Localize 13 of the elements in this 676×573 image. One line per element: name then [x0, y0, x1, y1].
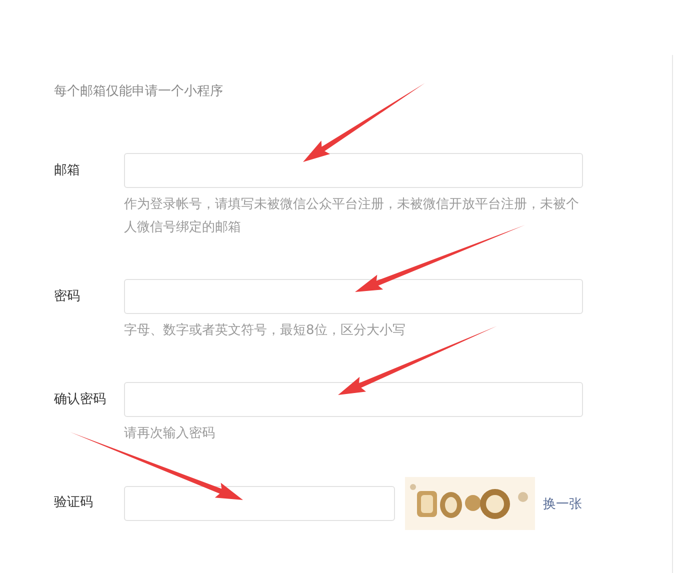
captcha-input-field[interactable]	[124, 486, 395, 521]
input-field[interactable]	[124, 382, 583, 417]
refresh-captcha-link[interactable]: 换一张	[543, 494, 582, 512]
field-label: 邮箱	[54, 162, 81, 180]
field-label: 密码	[54, 288, 81, 306]
field-hint: 作为登录帐号，请填写未被微信公众平台注册，未被微信开放平台注册，未被个人微信号绑定的邮箱	[124, 196, 580, 237]
field-hint: 字母、数字或者英文符号，最短8位，区分大小写	[124, 322, 406, 340]
field-label: 验证码	[54, 494, 94, 512]
intro-text: 每个邮箱仅能申请一个小程序	[54, 83, 224, 101]
field-label: 确认密码	[54, 391, 107, 409]
field-hint: 请再次输入密码	[124, 425, 216, 443]
input-field[interactable]	[124, 153, 583, 188]
input-field[interactable]	[124, 279, 583, 314]
